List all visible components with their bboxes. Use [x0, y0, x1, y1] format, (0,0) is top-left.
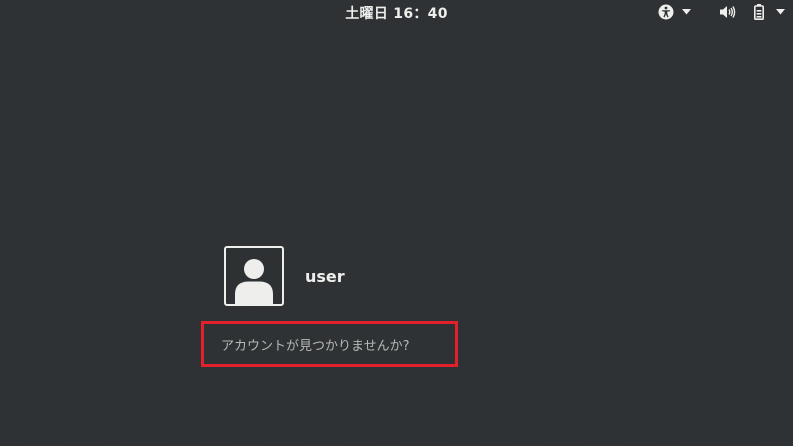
system-tray: [644, 3, 785, 21]
username-label: user: [305, 266, 345, 286]
chevron-down-icon: [682, 9, 691, 15]
not-listed-button[interactable]: アカウントが見つかりませんか?: [201, 321, 458, 367]
user-list-item[interactable]: user: [224, 246, 345, 306]
volume-icon: [719, 5, 736, 19]
top-bar: 土曜日 16：40: [0, 0, 793, 24]
user-avatar-icon: [224, 246, 284, 306]
login-screen: 土曜日 16：40 user アカウントが見つかりませんか?: [0, 0, 793, 446]
system-menu-button[interactable]: [719, 4, 785, 20]
chevron-down-icon: [776, 9, 785, 15]
accessibility-menu-button[interactable]: [658, 4, 691, 20]
not-listed-label: アカウントが見つかりませんか?: [221, 338, 410, 354]
accessibility-icon: [658, 4, 674, 20]
battery-icon: [754, 4, 764, 20]
